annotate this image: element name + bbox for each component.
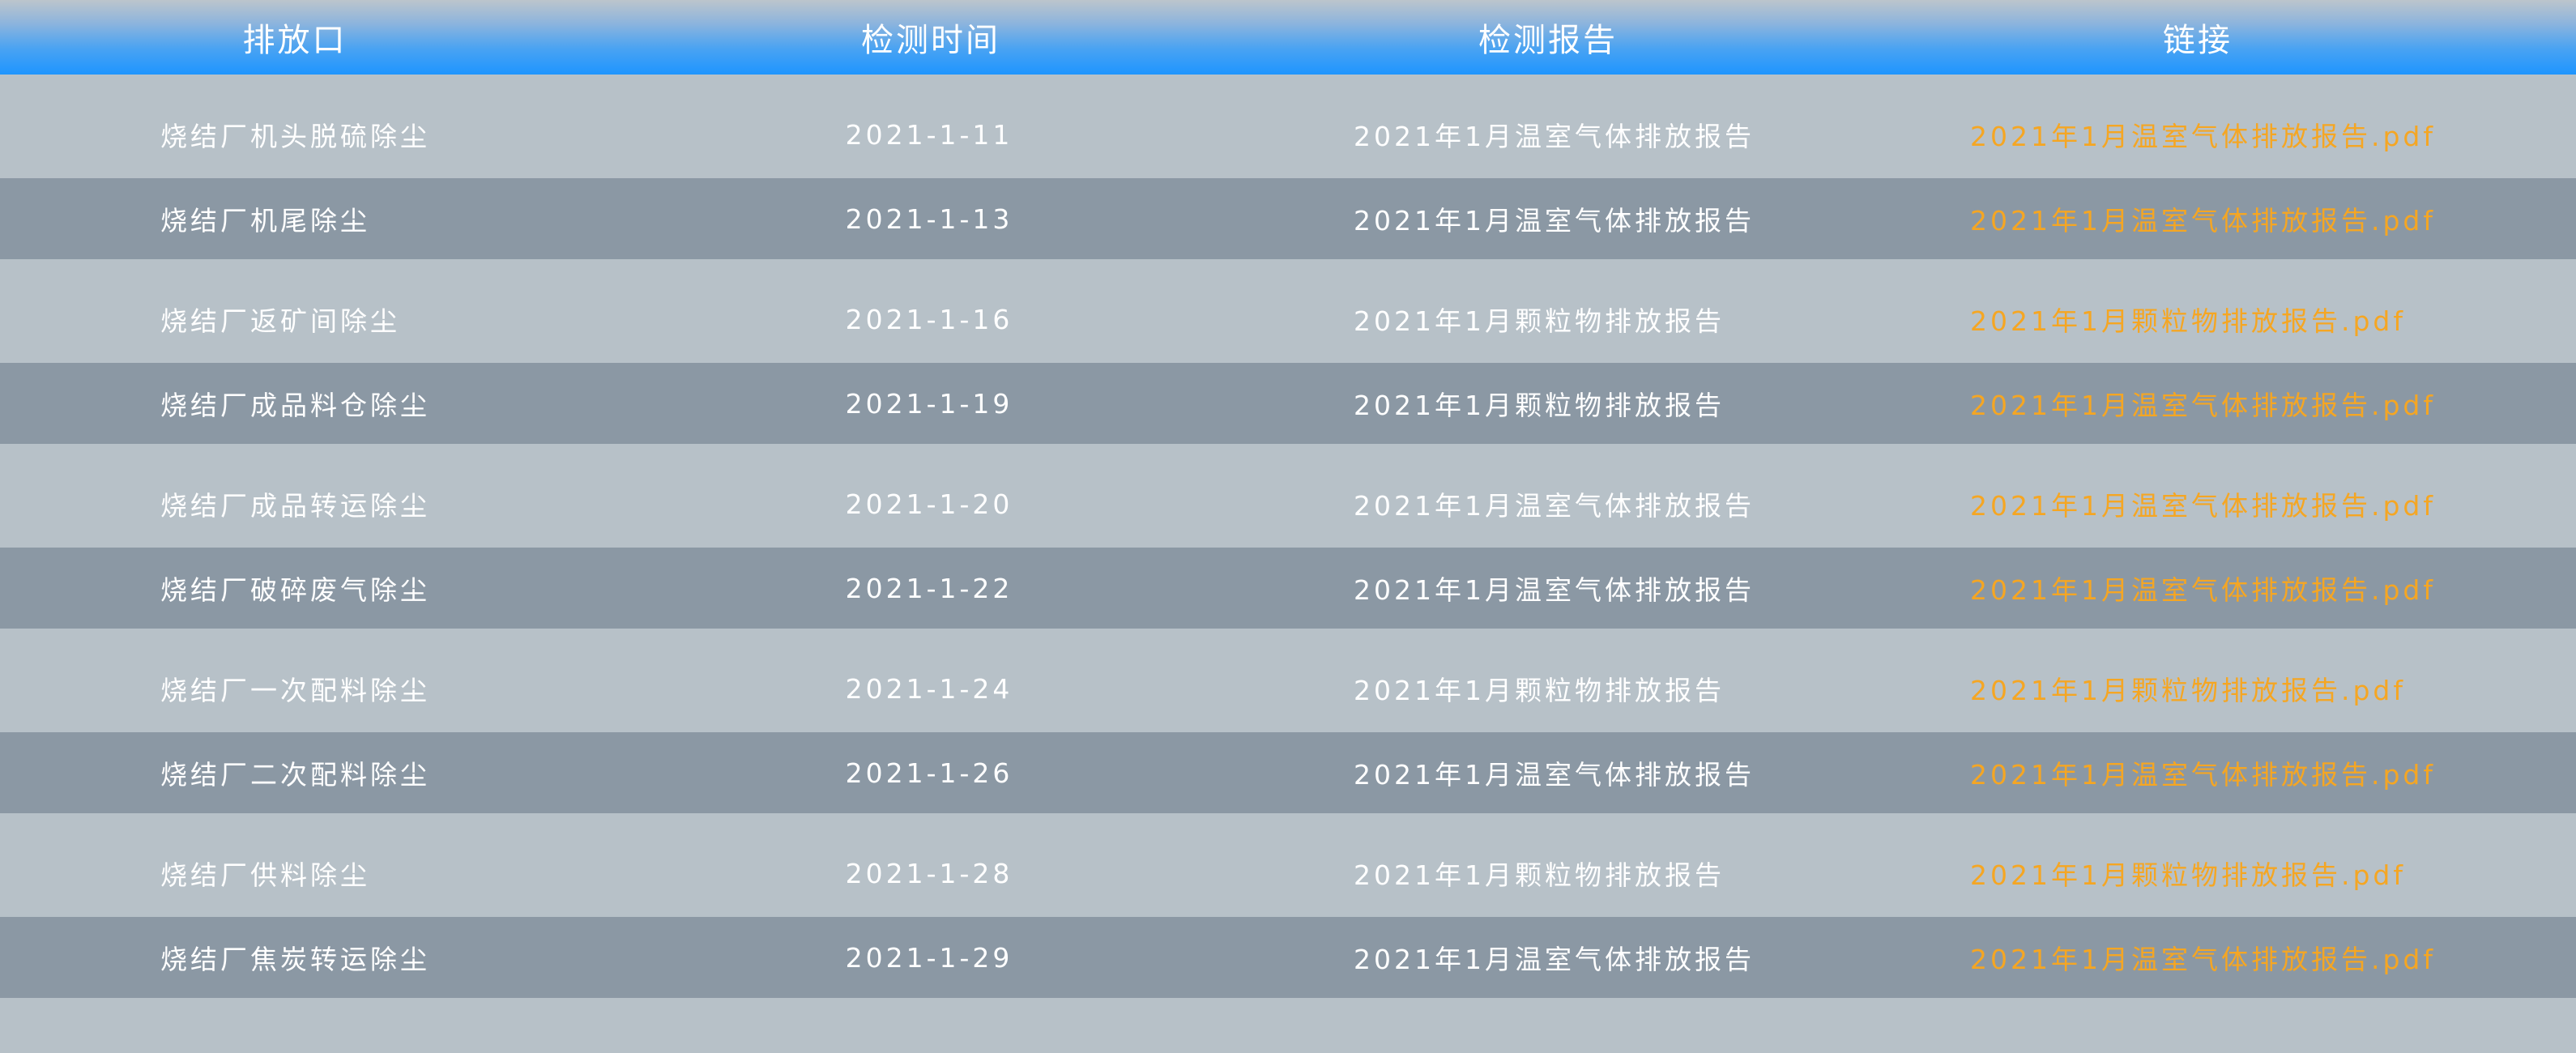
cell-outlet: 烧结厂一次配料除尘 xyxy=(160,675,430,706)
cell-outlet: 烧结厂机头脱硫除尘 xyxy=(160,121,430,152)
table-row: 烧结厂二次配料除尘 2021-1-26 2021年1月温室气体排放报告 2021… xyxy=(0,732,2576,813)
pdf-link[interactable]: 2021年1月温室气体排放报告.pdf xyxy=(1970,917,2436,998)
pdf-link[interactable]: 2021年1月温室气体排放报告.pdf xyxy=(1970,444,2436,548)
cell-test-time: 2021-1-19 xyxy=(845,387,1013,420)
cell-test-time: 2021-1-29 xyxy=(845,941,1013,974)
cell-outlet: 烧结厂破碎废气除尘 xyxy=(160,574,430,606)
cell-report-name: 2021年1月颗粒物排放报告 xyxy=(1354,305,1725,337)
cell-outlet: 烧结厂焦炭转运除尘 xyxy=(160,944,430,975)
cell-report-name: 2021年1月温室气体排放报告 xyxy=(1354,944,1755,975)
cell-report-name: 2021年1月温室气体排放报告 xyxy=(1354,121,1755,152)
table-row: 烧结厂机头脱硫除尘 2021-1-11 2021年1月温室气体排放报告 2021… xyxy=(0,75,2576,178)
cell-report-name: 2021年1月颗粒物排放报告 xyxy=(1354,390,1725,421)
pdf-link[interactable]: 2021年1月温室气体排放报告.pdf xyxy=(1970,363,2436,444)
pdf-link[interactable]: 2021年1月温室气体排放报告.pdf xyxy=(1970,732,2436,813)
cell-outlet: 烧结厂成品转运除尘 xyxy=(160,490,430,522)
cell-outlet: 烧结厂返矿间除尘 xyxy=(160,305,400,337)
cell-test-time: 2021-1-11 xyxy=(845,118,1013,151)
pdf-link[interactable]: 2021年1月颗粒物排放报告.pdf xyxy=(1970,259,2406,363)
cell-outlet: 烧结厂机尾除尘 xyxy=(160,205,370,237)
pdf-link[interactable]: 2021年1月温室气体排放报告.pdf xyxy=(1970,178,2436,259)
cell-report-name: 2021年1月温室气体排放报告 xyxy=(1354,574,1755,606)
cell-report-name: 2021年1月温室气体排放报告 xyxy=(1354,759,1755,791)
cell-report-name: 2021年1月颗粒物排放报告 xyxy=(1354,675,1725,706)
header-outlet: 排放口 xyxy=(242,22,348,59)
table-header: 排放口 检测时间 检测报告 链接 xyxy=(0,0,2576,75)
table-row: 烧结厂一次配料除尘 2021-1-24 2021年1月颗粒物排放报告 2021年… xyxy=(0,629,2576,732)
pdf-link[interactable]: 2021年1月温室气体排放报告.pdf xyxy=(1970,548,2436,629)
cell-test-time: 2021-1-24 xyxy=(845,672,1013,705)
table-row: 烧结厂成品料仓除尘 2021-1-19 2021年1月颗粒物排放报告 2021年… xyxy=(0,363,2576,444)
cell-report-name: 2021年1月温室气体排放报告 xyxy=(1354,490,1755,522)
pdf-link[interactable]: 2021年1月温室气体排放报告.pdf xyxy=(1970,75,2436,178)
cell-test-time: 2021-1-22 xyxy=(845,572,1013,604)
cell-report-name: 2021年1月温室气体排放报告 xyxy=(1354,205,1755,237)
table-row: 烧结厂成品转运除尘 2021-1-20 2021年1月温室气体排放报告 2021… xyxy=(0,444,2576,548)
table-row: 烧结厂供料除尘 2021-1-28 2021年1月颗粒物排放报告 2021年1月… xyxy=(0,813,2576,917)
cell-outlet: 烧结厂成品料仓除尘 xyxy=(160,390,430,421)
cell-test-time: 2021-1-20 xyxy=(845,488,1013,520)
pdf-link[interactable]: 2021年1月颗粒物排放报告.pdf xyxy=(1970,629,2406,732)
cell-test-time: 2021-1-28 xyxy=(845,857,1013,889)
cell-outlet: 烧结厂二次配料除尘 xyxy=(160,759,430,791)
table-row: 烧结厂焦炭转运除尘 2021-1-29 2021年1月温室气体排放报告 2021… xyxy=(0,917,2576,998)
header-test-report: 检测报告 xyxy=(1478,22,1618,59)
emission-report-table: 排放口 检测时间 检测报告 链接 烧结厂机头脱硫除尘 2021-1-11 202… xyxy=(0,0,2576,1053)
header-test-time: 检测时间 xyxy=(861,22,1000,59)
cell-test-time: 2021-1-13 xyxy=(845,202,1013,235)
table-row: 烧结厂返矿间除尘 2021-1-16 2021年1月颗粒物排放报告 2021年1… xyxy=(0,259,2576,363)
pdf-link[interactable]: 2021年1月颗粒物排放报告.pdf xyxy=(1970,813,2406,917)
cell-test-time: 2021-1-16 xyxy=(845,303,1013,335)
table-row: 烧结厂破碎废气除尘 2021-1-22 2021年1月温室气体排放报告 2021… xyxy=(0,548,2576,629)
cell-test-time: 2021-1-26 xyxy=(845,757,1013,789)
cell-outlet: 烧结厂供料除尘 xyxy=(160,859,370,891)
table-row: 烧结厂机尾除尘 2021-1-13 2021年1月温室气体排放报告 2021年1… xyxy=(0,178,2576,259)
cell-report-name: 2021年1月颗粒物排放报告 xyxy=(1354,859,1725,891)
header-link: 链接 xyxy=(2163,22,2233,59)
